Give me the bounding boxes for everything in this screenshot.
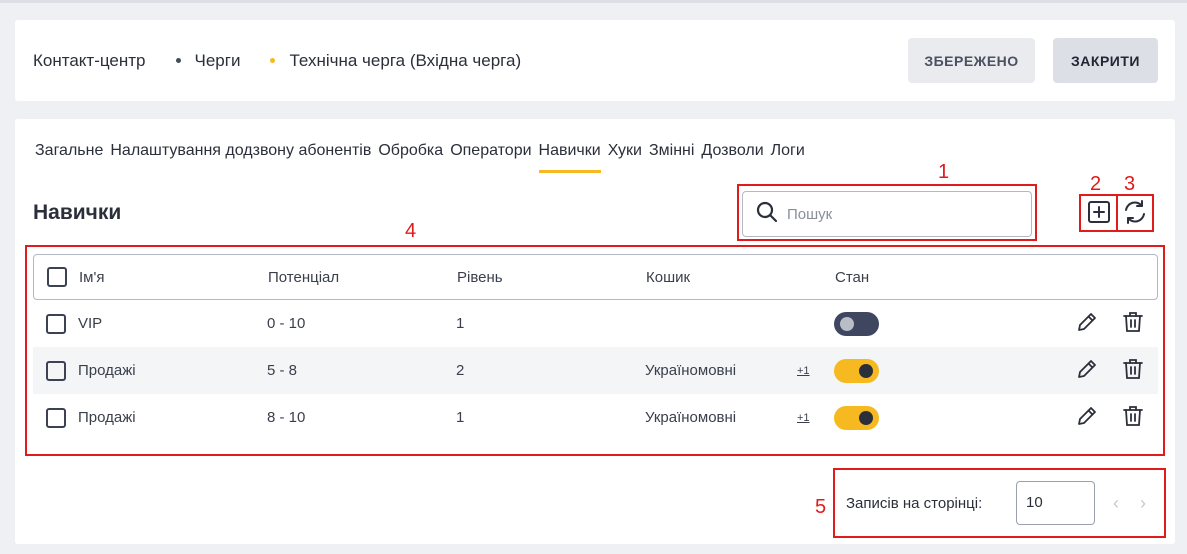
tab-variables[interactable]: Змінні (649, 139, 694, 173)
cell-bin: Україномовні +1 (645, 409, 834, 426)
edit-button[interactable] (1074, 358, 1100, 384)
cell-level: 1 (456, 409, 465, 426)
pencil-icon (1075, 357, 1099, 385)
annotation-number-2: 2 (1090, 173, 1102, 195)
skills-table: Ім'я Потенціал Рівень Кошик Стан VIP 0 -… (33, 254, 1158, 441)
header-card: Контакт-центр Черги Технічна черга (Вхід… (15, 20, 1175, 101)
per-page-select[interactable]: 10 (1016, 481, 1095, 525)
search-input[interactable] (787, 205, 1017, 223)
table-row: Продажі 5 - 8 2 Україномовні +1 (33, 347, 1158, 394)
column-header-potential[interactable]: Потенціал (268, 269, 457, 286)
row-checkbox[interactable] (46, 360, 66, 381)
cell-potential: 0 - 10 (267, 315, 306, 332)
row-actions (1054, 311, 1146, 337)
edit-button[interactable] (1074, 311, 1100, 337)
toggle-knob (859, 363, 873, 378)
toggle-knob (859, 410, 873, 425)
pencil-icon (1075, 404, 1099, 432)
cell-name: VIP (78, 315, 103, 332)
tab-logs[interactable]: Логи (771, 139, 805, 173)
state-toggle[interactable] (834, 358, 879, 383)
breadcrumb: Контакт-центр Черги Технічна черга (Вхід… (33, 20, 521, 101)
row-actions (1054, 358, 1146, 384)
tab-skills[interactable]: Навички (538, 139, 601, 173)
prev-page-button[interactable]: ‹ (1113, 493, 1119, 514)
table-header: Ім'я Потенціал Рівень Кошик Стан (33, 254, 1158, 300)
add-square-icon (1087, 200, 1111, 229)
tab-dialing-settings[interactable]: Налаштування додзвону абонентів (110, 139, 371, 173)
table-row: Продажі 8 - 10 1 Україномовні +1 (33, 394, 1158, 441)
column-header-name[interactable]: Ім'я (79, 269, 268, 286)
cell-state (834, 358, 1034, 383)
annotation-number-1: 1 (938, 161, 950, 183)
bin-more-link[interactable]: +1 (797, 365, 810, 377)
state-toggle[interactable] (834, 405, 879, 430)
saved-button[interactable]: ЗБЕРЕЖЕНО (908, 38, 1035, 83)
top-border (0, 0, 1187, 3)
row-actions (1054, 405, 1146, 431)
cell-name: Продажі (78, 409, 136, 426)
add-skill-button[interactable] (1085, 200, 1113, 228)
annotation-number-4: 4 (405, 220, 417, 242)
cell-level: 1 (456, 315, 465, 332)
delete-button[interactable] (1120, 311, 1146, 337)
annotation-number-3: 3 (1124, 173, 1136, 195)
breadcrumb-separator-dot (175, 58, 181, 63)
cell-state (834, 311, 1034, 336)
breadcrumb-item-queues[interactable]: Черги (195, 51, 241, 71)
select-all-checkbox[interactable] (47, 267, 67, 287)
column-header-state[interactable]: Стан (835, 269, 1035, 286)
per-page-label: Записів на сторінці: (846, 495, 983, 512)
refresh-button[interactable] (1121, 199, 1149, 230)
search-box[interactable] (742, 191, 1032, 237)
row-checkbox[interactable] (46, 313, 66, 334)
close-button[interactable]: ЗАКРИТИ (1053, 38, 1158, 83)
row-checkbox[interactable] (46, 407, 66, 428)
delete-button[interactable] (1120, 405, 1146, 431)
annotation-number-5: 5 (815, 496, 827, 518)
table-row: VIP 0 - 10 1 (33, 300, 1158, 347)
edit-button[interactable] (1074, 405, 1100, 431)
page-title: Навички (33, 201, 122, 224)
trash-icon (1121, 310, 1145, 338)
trash-icon (1121, 357, 1145, 385)
tab-processing[interactable]: Обробка (378, 139, 443, 173)
trash-icon (1121, 404, 1145, 432)
delete-button[interactable] (1120, 358, 1146, 384)
breadcrumb-item-contact-center[interactable]: Контакт-центр (33, 51, 146, 71)
tab-bar: Загальне Налаштування додзвону абонентів… (35, 139, 812, 173)
breadcrumb-item-current: Технічна черга (Вхідна черга) (289, 50, 522, 70)
bin-more-link[interactable]: +1 (797, 412, 810, 424)
column-header-level[interactable]: Рівень (457, 269, 646, 286)
column-header-bin[interactable]: Кошик (646, 269, 835, 286)
next-page-button[interactable]: › (1140, 493, 1146, 514)
search-icon (755, 200, 779, 229)
cell-potential: 5 - 8 (267, 362, 298, 379)
pencil-icon (1075, 310, 1099, 338)
tab-permissions[interactable]: Дозволи (701, 139, 763, 173)
cell-bin: Україномовні +1 (645, 362, 834, 379)
toggle-knob (840, 316, 854, 331)
cell-bin-text: Україномовні (645, 409, 737, 426)
cell-name: Продажі (78, 362, 136, 379)
cell-level: 2 (456, 362, 465, 379)
cell-bin-text: Україномовні (645, 362, 737, 379)
cell-state (834, 405, 1034, 430)
cell-potential: 8 - 10 (267, 409, 306, 426)
tab-general[interactable]: Загальне (35, 139, 103, 173)
tab-operators[interactable]: Оператори (450, 139, 531, 173)
state-toggle[interactable] (834, 311, 879, 336)
refresh-icon (1122, 199, 1148, 230)
breadcrumb-separator-dot-active (270, 58, 276, 63)
tab-hooks[interactable]: Хуки (608, 139, 642, 173)
